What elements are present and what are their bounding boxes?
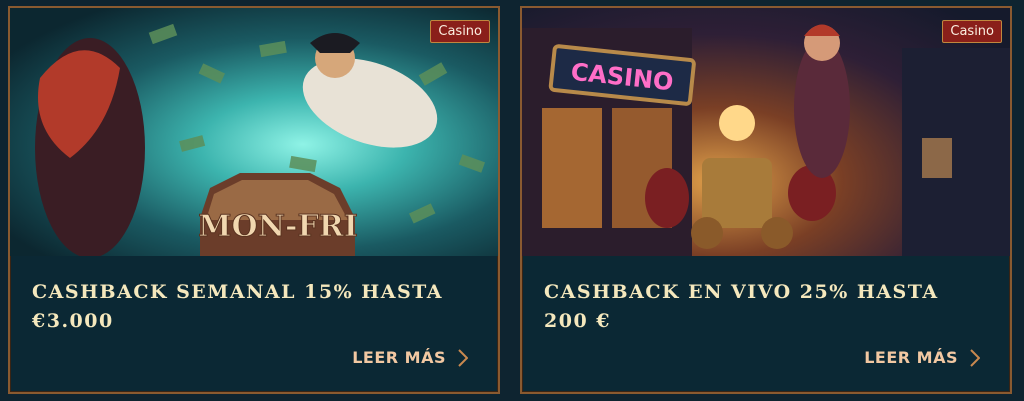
chevron-right-icon [458, 348, 468, 367]
category-badge: Casino [430, 20, 490, 43]
read-more-label: LEER MÁS [864, 348, 958, 367]
promo-image-weekly-cashback[interactable]: MON-FRI Casino [10, 8, 498, 256]
read-more-link[interactable]: LEER MÁS [352, 348, 468, 367]
read-more-label: LEER MÁS [352, 348, 446, 367]
read-more-link[interactable]: LEER MÁS [864, 348, 980, 367]
promo-image-live-cashback[interactable]: CASINO Casino [522, 8, 1010, 256]
promo-card-weekly-cashback[interactable]: MON-FRI Casino CASHBACK SEMANAL 15% HAST… [8, 6, 500, 394]
promo-illustration: MON-FRI [35, 23, 485, 256]
promo-title: CASHBACK SEMANAL 15% HASTA €3.000 [32, 281, 444, 332]
svg-text:MON-FRI: MON-FRI [198, 209, 357, 244]
promo-illustration: CASINO [522, 24, 1010, 256]
category-badge: Casino [942, 20, 1002, 43]
promo-card-live-cashback[interactable]: CASINO Casino CASHBACK EN VIVO 25% HASTA… [520, 6, 1012, 394]
promo-title: CASHBACK EN VIVO 25% HASTA 200 € [544, 281, 939, 332]
chevron-right-icon [970, 348, 980, 367]
